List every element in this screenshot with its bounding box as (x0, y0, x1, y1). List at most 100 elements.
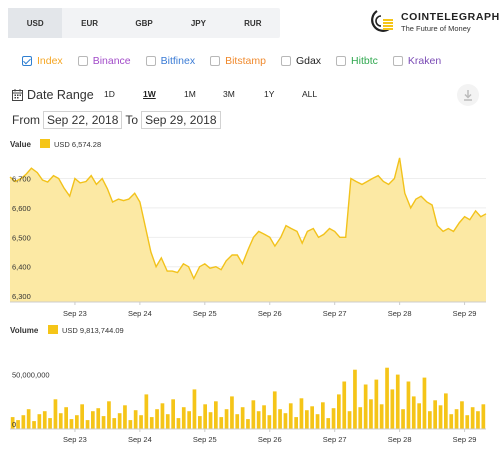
volume-bar (176, 418, 181, 429)
exchange-label: Kraken (407, 55, 442, 67)
from-date-input[interactable]: Sep 22, 2018 (43, 111, 123, 129)
value-x-tick-label: Sep 24 (128, 309, 152, 318)
volume-bar (342, 381, 347, 429)
volume-legend-swatch (48, 325, 58, 334)
volume-bar (96, 408, 101, 429)
volume-bar (385, 367, 389, 429)
exchange-gdax[interactable]: Gdax (280, 55, 321, 67)
value-x-tick-label: Sep 23 (63, 309, 87, 318)
volume-bar (230, 396, 234, 429)
volume-bar (331, 408, 336, 429)
volume-bar (321, 402, 325, 429)
calendar-icon (12, 89, 23, 101)
volume-bar (240, 407, 245, 429)
range-3m-button[interactable]: 3M (223, 89, 235, 99)
tab-rur[interactable]: RUR (226, 8, 280, 38)
range-1m-button[interactable]: 1M (184, 89, 196, 99)
volume-bar (422, 377, 427, 429)
exchange-kraken[interactable]: Kraken (392, 55, 442, 67)
volume-bar (224, 409, 229, 429)
volume-bar (42, 411, 47, 429)
volume-bar (449, 414, 454, 429)
exchange-bitfinex[interactable]: Bitfinex (145, 55, 195, 67)
volume-bar (358, 407, 363, 429)
checkbox[interactable] (392, 56, 403, 66)
value-legend: USD 6,574.28 (54, 140, 101, 149)
checkbox[interactable] (336, 56, 347, 66)
exchange-binance[interactable]: Binance (77, 55, 131, 67)
volume-bar (251, 400, 256, 429)
volume-bar (379, 404, 384, 429)
tab-jpy[interactable]: JPY (171, 8, 225, 38)
tab-gbp[interactable]: GBP (117, 8, 171, 38)
volume-bar (80, 404, 84, 429)
coin-stack-icon (371, 10, 393, 32)
logo-name: COINTELEGRAPH (401, 11, 499, 23)
volume-bar (278, 409, 282, 429)
volume-bar (395, 374, 400, 429)
value-y-tick-label: 6,700 (12, 175, 31, 184)
volume-bar (187, 411, 191, 429)
value-legend-swatch (40, 139, 50, 148)
volume-bar (160, 403, 165, 429)
exchange-index[interactable]: Index (22, 55, 63, 67)
volume-bar (58, 413, 63, 429)
volume-bar (64, 407, 68, 429)
volume-bar (107, 401, 111, 429)
tab-usd[interactable]: USD (8, 8, 63, 38)
range-1d-button[interactable]: 1D (104, 89, 115, 99)
range-1w-button[interactable]: 1W (143, 89, 156, 99)
range-all-button[interactable]: ALL (302, 89, 317, 99)
volume-bar (21, 415, 26, 429)
value-x-tick-label: Sep 26 (258, 309, 282, 318)
volume-bar (155, 409, 159, 429)
volume-bar (363, 384, 368, 429)
exchange-label: Hitbtc (351, 55, 378, 67)
volume-bar (171, 399, 175, 429)
value-x-tick-label: Sep 28 (388, 309, 412, 318)
volume-x-tick-label: Sep 26 (258, 435, 282, 444)
date-range-row: Date Range 1D 1W 1M 3M 1Y ALL (10, 84, 490, 106)
range-1y-button[interactable]: 1Y (264, 89, 274, 99)
volume-x-tick-label: Sep 27 (323, 435, 347, 444)
currency-tabs: USD EUR GBP JPY RUR (8, 8, 280, 38)
value-area (10, 157, 486, 302)
volume-bar (214, 401, 218, 429)
exchange-bitstamp[interactable]: Bitstamp (210, 55, 266, 67)
volume-bar (283, 413, 288, 429)
cointelegraph-logo[interactable]: COINTELEGRAPH The Future of Money (367, 6, 499, 36)
volume-x-tick-label: Sep 28 (388, 435, 412, 444)
exchange-hitbtc[interactable]: Hitbtc (336, 55, 378, 67)
tab-eur[interactable]: EUR (62, 8, 116, 38)
checkbox[interactable] (145, 56, 156, 66)
to-date-input[interactable]: Sep 29, 2018 (141, 111, 221, 129)
download-button[interactable] (457, 84, 479, 106)
checkbox[interactable] (280, 56, 291, 66)
volume-bar (288, 403, 293, 429)
volume-y-tick-label: 0 (12, 420, 16, 429)
date-range-label: Date Range (27, 88, 94, 102)
volume-bar (219, 417, 224, 429)
volume-bar (53, 399, 58, 429)
volume-bar (192, 389, 197, 429)
volume-legend: USD 9,813,744.09 (62, 326, 124, 335)
checkbox[interactable] (22, 56, 32, 66)
volume-bar (444, 393, 448, 429)
volume-bar (246, 419, 250, 429)
volume-x-tick-label: Sep 24 (128, 435, 152, 444)
volume-bar (294, 417, 298, 429)
volume-bar (481, 404, 486, 429)
volume-bar (390, 389, 395, 429)
volume-bar (438, 405, 443, 429)
checkbox[interactable] (210, 56, 221, 66)
volume-bar (37, 414, 42, 429)
volume-bar (85, 420, 90, 429)
volume-bar (235, 414, 240, 429)
volume-bar (128, 420, 133, 429)
checkbox[interactable] (77, 56, 88, 66)
volume-bar (465, 415, 470, 429)
volume-bar (144, 394, 149, 429)
volume-bar (267, 415, 272, 429)
volume-bar (262, 405, 266, 429)
price-volume-chart: Value USD 6,574.28 6,300 6,400 6,500 6,600 6,7… (9, 139, 487, 444)
